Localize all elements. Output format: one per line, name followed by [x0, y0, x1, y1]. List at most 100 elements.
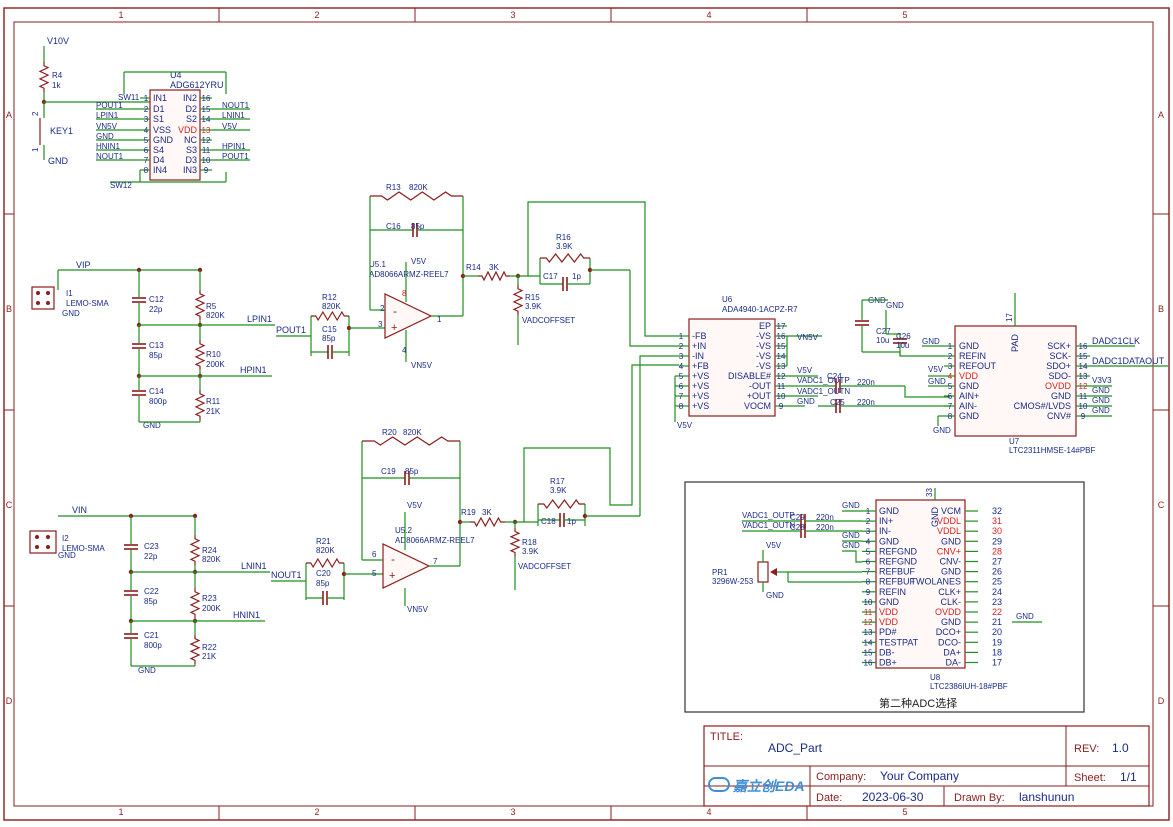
pin-number: 26	[992, 567, 1002, 577]
pin-name: PAD	[1010, 334, 1020, 352]
pin-number: 7	[433, 557, 438, 566]
pin-name: IN1	[153, 93, 167, 103]
net-v5v: V5V	[766, 541, 782, 550]
net-gnd: GND	[797, 397, 815, 406]
net-gnd: GND	[1092, 406, 1110, 415]
pin-name: -VS	[756, 341, 771, 351]
pin-number: 3	[144, 115, 149, 124]
net-v5v: V5V	[407, 501, 423, 510]
net-gnd: GND	[928, 377, 946, 386]
wire	[523, 364, 679, 522]
pin-number: 12	[864, 618, 873, 627]
pin-number: 25	[992, 577, 1002, 587]
pin-number: 28	[992, 546, 1002, 556]
sheet-label: Sheet:	[1074, 772, 1106, 784]
net-dadc1dataout: DADC1DATAOUT	[1092, 356, 1165, 366]
part-u6: ADA4940-1ACPZ-R7	[722, 305, 798, 314]
net-gnd: GND	[922, 337, 940, 346]
pin-name: CLK-	[940, 597, 961, 607]
part-pr1: 3296W-253	[712, 577, 754, 586]
wire	[629, 270, 679, 347]
pin-number: 1	[144, 94, 149, 103]
grid-col-label-top: 1	[118, 10, 123, 20]
pin-number: 14	[777, 352, 786, 361]
ref-c16: C16	[386, 222, 401, 231]
grid-col-label-top: 3	[510, 10, 515, 20]
val-c21: 800p	[144, 641, 162, 650]
pin-number: 13	[864, 628, 873, 637]
pin-name: SCK+	[1047, 341, 1071, 351]
ref-c27: C27	[876, 327, 891, 336]
resistor-r18	[509, 528, 521, 556]
ref-c20: C20	[316, 569, 331, 578]
pin	[35, 545, 39, 549]
schematic-sheet: 1 1 2 2 3 3 4 4 5 5 A A B B C C D D TITLE: ADC_Part REV: 1.0 C…	[0, 0, 1173, 827]
pin-number: 7	[679, 392, 684, 401]
part-u8: LTC2386IUH-18#PBF	[930, 682, 1008, 691]
pin-name: GND	[941, 536, 962, 546]
net-vn5v: VN5V	[797, 333, 819, 342]
part-u4: ADG612YRU	[170, 80, 224, 90]
val-r22: 21K	[202, 652, 217, 661]
ref-r20: R20	[382, 428, 397, 437]
resistor-r11	[194, 390, 206, 420]
val-r15: 3.9K	[525, 302, 542, 311]
ref-key1: KEY1	[50, 126, 73, 136]
val-r14: 3K	[489, 263, 499, 272]
pin-number: 14	[864, 638, 873, 647]
pin-number: 8	[402, 289, 407, 298]
pin	[35, 535, 39, 539]
resistor-r19	[470, 516, 505, 528]
net-vadcoffset: VADCOFFSET	[518, 562, 571, 571]
pin-name: VSS	[153, 125, 171, 135]
pin-number: 3	[679, 352, 684, 361]
pin-number: 9	[1081, 412, 1086, 421]
pin-name: TWOLANES	[910, 577, 961, 587]
wire	[639, 355, 679, 516]
resistor-r17	[538, 498, 585, 510]
net-gnd: GND	[842, 541, 860, 550]
ref-r23: R23	[202, 594, 217, 603]
pin-name: IN2	[183, 93, 197, 103]
schematic-canvas: 1122334455A AB BC CD DTITLE:ADC_Part REV: 1.0C…	[3, 7, 1170, 821]
pin-name: VDD	[959, 371, 979, 381]
ref-c13: C13	[149, 341, 164, 350]
pin-number: 21	[992, 617, 1002, 627]
net-label: VN5V	[96, 122, 118, 131]
val-r11: 21K	[206, 407, 221, 416]
net-vadc1-outn: VADC1_OUTN	[742, 521, 795, 530]
net-vadc1-outp: VADC1_OUTP	[742, 511, 795, 520]
pin-name: EP	[759, 321, 771, 331]
ref-c28: C28	[790, 523, 805, 532]
rev-text: 1.0	[1112, 741, 1129, 755]
pin-number: 11	[777, 382, 786, 391]
drawn-by-text: lanshunun	[1019, 790, 1074, 804]
pin-number: 14	[202, 115, 211, 124]
net-v5v: V5V	[928, 365, 944, 374]
val-c17: 1p	[572, 272, 581, 281]
pin-number: 3	[866, 527, 871, 536]
pin	[46, 291, 50, 295]
pin-number: 4	[144, 126, 149, 135]
val-r18: 3.9K	[522, 547, 539, 556]
pin-name: REFGND	[879, 546, 918, 556]
pin-name: SDO+	[1046, 361, 1071, 371]
ref-c25: C25	[830, 398, 845, 407]
ref-r22: R22	[202, 643, 217, 652]
pin	[46, 545, 50, 549]
pin-name: AIN+	[959, 391, 979, 401]
pin-number: 7	[948, 402, 953, 411]
net-dadc1clk: DADC1CLK	[1092, 336, 1140, 346]
second-adc-caption: 第二种ADC选择	[879, 696, 957, 710]
pin-name: DA-	[946, 658, 962, 668]
pin-number: 11	[864, 608, 873, 617]
grid-col-label-bottom: 5	[902, 807, 907, 817]
pin-number: 15	[777, 342, 786, 351]
pin-number: 12	[202, 136, 211, 145]
grid-row-label-right: C	[1158, 500, 1165, 510]
ref-c29: C29	[790, 513, 805, 522]
net-v5v: V5V	[411, 257, 427, 266]
grid-col-label-bottom: 1	[118, 807, 123, 817]
val-c15: 85p	[322, 334, 336, 343]
pin-name: +VS	[692, 371, 709, 381]
